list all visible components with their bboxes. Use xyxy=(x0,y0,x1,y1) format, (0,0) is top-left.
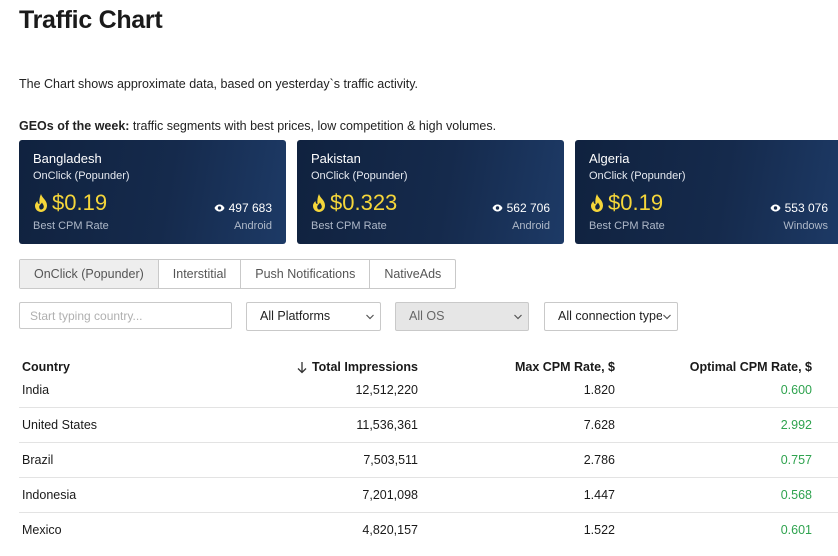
chevron-down-icon xyxy=(366,314,374,320)
table-row[interactable]: Mexico 4,820,157 1.522 0.601 xyxy=(19,512,838,547)
card-country: Bangladesh xyxy=(33,151,102,166)
platforms-select-value: All Platforms xyxy=(260,309,331,323)
table-body: India 12,512,220 1.820 0.600 United Stat… xyxy=(19,373,838,547)
card-price: $0.19 xyxy=(33,190,107,216)
fire-icon xyxy=(591,194,603,212)
card-platform: Android xyxy=(512,220,550,232)
geo-cards: Bangladesh OnClick (Popunder) $0.19 Best… xyxy=(19,140,838,245)
geo-card[interactable]: Pakistan OnClick (Popunder) $0.323 Best … xyxy=(297,140,564,244)
tab-push-notifications[interactable]: Push Notifications xyxy=(241,260,371,288)
cell-max-cpm: 1.522 xyxy=(583,523,615,537)
os-select-value: All OS xyxy=(409,309,445,323)
tab-nativeads[interactable]: NativeAds xyxy=(370,260,455,288)
cell-impressions: 11,536,361 xyxy=(356,418,418,432)
card-impressions: 562 706 xyxy=(492,201,550,215)
card-country: Algeria xyxy=(589,151,630,166)
cell-country: Brazil xyxy=(22,453,54,467)
card-price: $0.19 xyxy=(589,190,663,216)
traffic-table: Country Total Impressions Max CPM Rate, … xyxy=(19,352,838,556)
os-select[interactable]: All OS xyxy=(395,302,529,331)
eye-icon xyxy=(770,204,781,212)
cell-optimal-cpm: 0.601 xyxy=(780,523,812,537)
cell-optimal-cpm: 0.600 xyxy=(780,383,812,397)
column-header-country[interactable]: Country xyxy=(22,360,70,374)
cell-max-cpm: 1.820 xyxy=(583,383,615,397)
tab-interstitial[interactable]: Interstitial xyxy=(159,260,242,288)
card-rate-label: Best CPM Rate xyxy=(33,220,109,232)
column-header-max-cpm[interactable]: Max CPM Rate, $ xyxy=(515,360,615,374)
card-product: OnClick (Popunder) xyxy=(33,170,130,182)
cell-impressions: 7,201,098 xyxy=(362,488,418,502)
card-platform: Android xyxy=(234,220,272,232)
eye-icon xyxy=(492,204,503,212)
card-platform: Windows xyxy=(783,220,828,232)
filters-bar: All Platforms All OS All connection type… xyxy=(0,302,838,332)
cell-max-cpm: 2.786 xyxy=(583,453,615,467)
eye-icon xyxy=(214,204,225,212)
card-rate-label: Best CPM Rate xyxy=(589,220,665,232)
column-header-impressions-label: Total Impressions xyxy=(311,360,418,374)
column-header-optimal-cpm[interactable]: Optimal CPM Rate, $ xyxy=(690,360,812,374)
cell-impressions: 4,820,157 xyxy=(362,523,418,537)
table-row[interactable]: India 12,512,220 1.820 0.600 xyxy=(19,373,838,407)
arrow-down-icon xyxy=(297,361,307,373)
cell-optimal-cpm: 0.568 xyxy=(780,488,812,502)
cell-country: Indonesia xyxy=(22,488,77,502)
connection-type-select[interactable]: All connection types xyxy=(544,302,678,331)
cell-optimal-cpm: 2.992 xyxy=(780,418,812,432)
geo-card[interactable]: Algeria OnClick (Popunder) $0.19 Best CP… xyxy=(575,140,838,244)
chevron-down-icon xyxy=(662,312,672,322)
card-country: Pakistan xyxy=(311,151,361,166)
tab-onclick-popunder[interactable]: OnClick (Popunder) xyxy=(20,260,159,288)
card-impressions-value: 553 076 xyxy=(784,201,828,215)
table-row[interactable]: United States 11,536,361 7.628 2.992 xyxy=(19,407,838,442)
fire-icon xyxy=(35,194,47,212)
platforms-select[interactable]: All Platforms xyxy=(246,302,381,331)
card-impressions: 553 076 xyxy=(770,201,828,215)
geo-intro: GEOs of the week: traffic segments with … xyxy=(19,119,496,133)
card-price: $0.323 xyxy=(311,190,397,216)
page-title: Traffic Chart xyxy=(19,6,163,34)
card-product: OnClick (Popunder) xyxy=(589,170,686,182)
geo-intro-bold: GEOs of the week: xyxy=(19,119,130,133)
cell-impressions: 7,503,511 xyxy=(363,453,418,467)
fire-icon xyxy=(313,194,325,212)
page-subtitle: The Chart shows approximate data, based … xyxy=(19,77,419,91)
cell-impressions: 12,512,220 xyxy=(355,383,418,397)
cell-max-cpm: 7.628 xyxy=(583,418,615,432)
cell-optimal-cpm: 0.757 xyxy=(780,453,812,467)
card-price-value: $0.323 xyxy=(330,190,398,215)
geo-card[interactable]: Bangladesh OnClick (Popunder) $0.19 Best… xyxy=(19,140,286,244)
card-product: OnClick (Popunder) xyxy=(311,170,408,182)
cell-country: India xyxy=(22,383,50,397)
chevron-down-icon xyxy=(514,314,522,320)
product-tabs: OnClick (Popunder) Interstitial Push Not… xyxy=(19,259,457,289)
country-search-input[interactable] xyxy=(19,302,232,329)
card-impressions-value: 562 706 xyxy=(506,201,550,215)
card-rate-label: Best CPM Rate xyxy=(311,220,387,232)
connection-select-value: All connection types xyxy=(558,309,670,323)
geo-intro-text: traffic segments with best prices, low c… xyxy=(129,119,497,133)
cell-max-cpm: 1.447 xyxy=(583,488,615,502)
table-row[interactable]: Indonesia 7,201,098 1.447 0.568 xyxy=(19,477,838,512)
table-row[interactable]: Brazil 7,503,511 2.786 0.757 xyxy=(19,442,838,477)
card-impressions: 497 683 xyxy=(214,201,272,215)
card-price-value: $0.19 xyxy=(52,190,108,215)
column-header-impressions[interactable]: Total Impressions xyxy=(296,360,418,374)
cell-country: Mexico xyxy=(22,523,62,537)
card-impressions-value: 497 683 xyxy=(228,201,272,215)
cell-country: United States xyxy=(22,418,98,432)
card-price-value: $0.19 xyxy=(608,190,664,215)
